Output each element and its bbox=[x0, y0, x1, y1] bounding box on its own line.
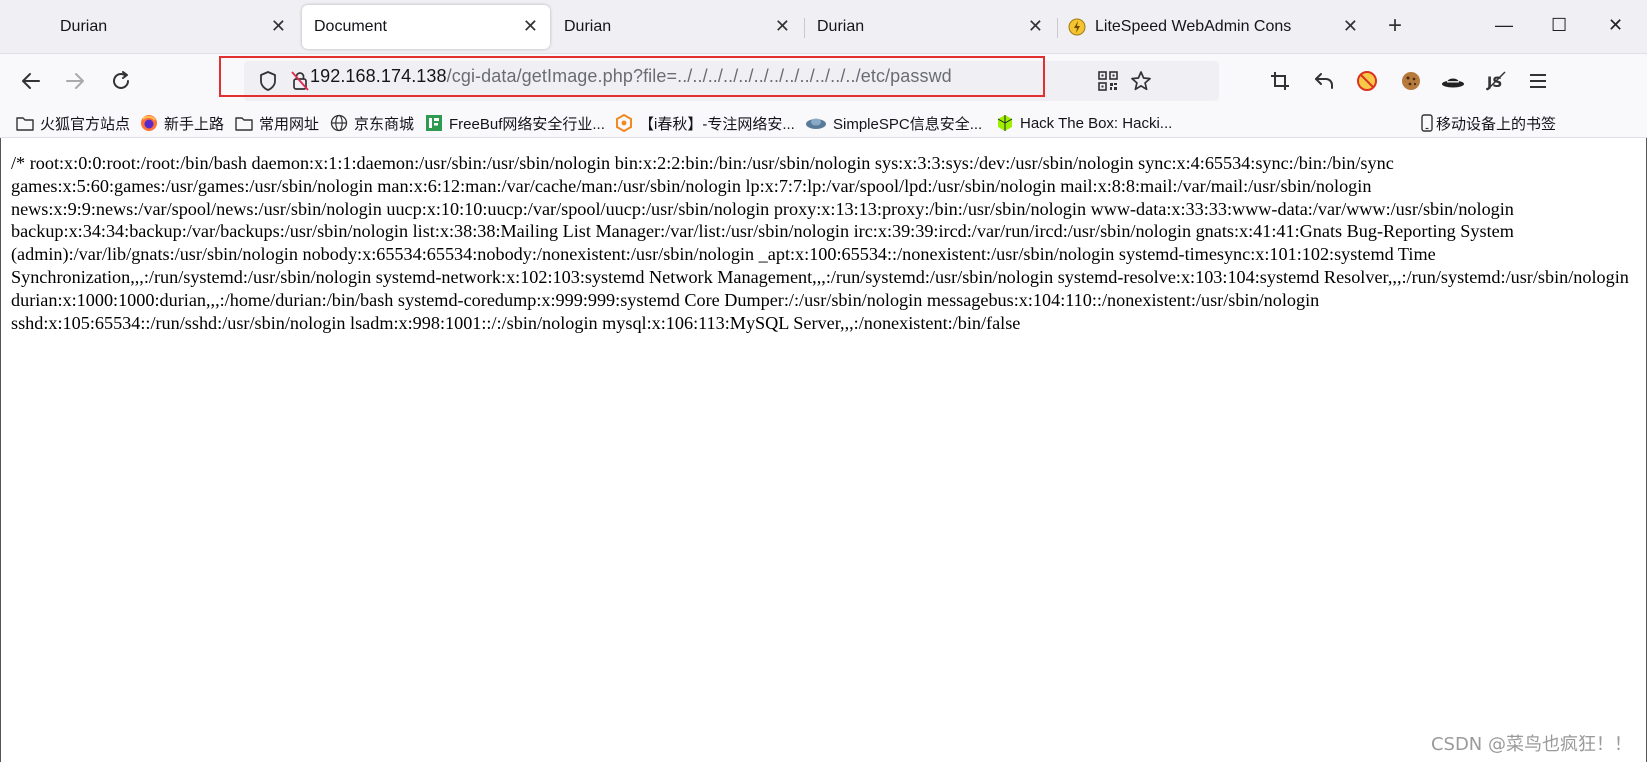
tab-durian-1[interactable]: Durian ✕ bbox=[48, 5, 298, 49]
bookmark-item[interactable]: FreeBuf网络安全行业... bbox=[425, 112, 605, 134]
app-menu-button[interactable] bbox=[1525, 68, 1551, 94]
htb-icon bbox=[996, 114, 1014, 132]
forward-arrow-icon bbox=[66, 73, 84, 89]
globe-icon bbox=[330, 114, 348, 132]
tab-close-icon[interactable]: ✕ bbox=[775, 16, 790, 36]
csdn-watermark: CSDN @菜鸟也疯狂！！ bbox=[1430, 734, 1632, 755]
back-arrow-icon bbox=[22, 73, 40, 89]
litespeed-favicon-icon bbox=[1068, 18, 1086, 36]
tab-label: Document bbox=[314, 18, 387, 35]
tab-close-icon[interactable]: ✕ bbox=[1028, 16, 1043, 36]
bookmark-label: 京东商城 bbox=[354, 115, 415, 133]
mobile-bookmarks-label: 移动设备上的书签 bbox=[1436, 115, 1557, 133]
undo-arrow-icon bbox=[1315, 73, 1333, 89]
reload-icon bbox=[113, 71, 129, 89]
javascript-toggle-button[interactable]: JS bbox=[1483, 68, 1509, 94]
no-script-extension-button[interactable] bbox=[1354, 68, 1380, 94]
mobile-phone-icon bbox=[1420, 114, 1434, 132]
window-close-button[interactable]: ✕ bbox=[1608, 14, 1623, 36]
bookmark-label: 新手上路 bbox=[164, 115, 225, 133]
tab-label: Durian bbox=[564, 18, 612, 35]
bookmark-item[interactable]: Hack The Box: Hacki... bbox=[996, 112, 1172, 134]
screenshot-button[interactable] bbox=[1267, 68, 1293, 94]
crop-icon bbox=[1271, 72, 1289, 90]
tab-label: Durian bbox=[817, 18, 865, 35]
freebuf-icon bbox=[425, 114, 443, 132]
js-icon: JS bbox=[1486, 71, 1506, 91]
bookmark-item[interactable]: 新手上路 bbox=[140, 112, 224, 134]
reload-button[interactable] bbox=[108, 68, 134, 94]
cookie-icon bbox=[1402, 72, 1420, 90]
undo-close-tab-button[interactable] bbox=[1311, 68, 1337, 94]
forward-button[interactable] bbox=[62, 68, 88, 94]
tab-durian-2[interactable]: Durian ✕ bbox=[552, 5, 802, 49]
bookmark-label: 常用网址 bbox=[259, 115, 320, 133]
shield-icon bbox=[260, 71, 276, 91]
bookmark-label: SimpleSPC信息安全... bbox=[833, 115, 983, 133]
tab-label: LiteSpeed WebAdmin Cons bbox=[1095, 18, 1292, 35]
hat-icon bbox=[1442, 78, 1464, 88]
bookmark-star-button[interactable] bbox=[1128, 68, 1154, 94]
passwd-file-text: /* root:x:0:0:root:/root:/bin/bash daemo… bbox=[11, 153, 1629, 333]
insecure-lock-icon bbox=[291, 71, 309, 91]
tab-litespeed[interactable]: LiteSpeed WebAdmin Cons ✕ bbox=[1058, 5, 1370, 49]
bookmark-item[interactable]: 火狐官方站点 bbox=[16, 112, 130, 134]
url-path: /cgi-data/getImage.php?file=../../../../… bbox=[446, 66, 952, 86]
tab-durian-3[interactable]: Durian ✕ bbox=[805, 5, 1055, 49]
url-host: 192.168.174.138 bbox=[310, 66, 447, 86]
maximize-button[interactable]: ☐ bbox=[1551, 14, 1567, 36]
tab-close-icon[interactable]: ✕ bbox=[1343, 16, 1358, 36]
simplespc-icon bbox=[805, 114, 827, 132]
folder-icon bbox=[16, 114, 34, 132]
new-tab-button[interactable]: + bbox=[1388, 14, 1402, 38]
bookmarks-toolbar: 火狐官方站点 新手上路 常用网址 京东商城 FreeBuf网络安全行业... 【… bbox=[0, 108, 1647, 138]
tab-strip: Durian ✕ Document ✕ Durian ✕ Durian ✕ Li… bbox=[0, 0, 1647, 54]
tab-close-icon[interactable]: ✕ bbox=[523, 16, 538, 36]
mobile-bookmarks[interactable]: 移动设备上的书签 bbox=[1420, 112, 1556, 134]
page-content: /* root:x:0:0:root:/root:/bin/bash daemo… bbox=[0, 138, 1647, 762]
bookmark-label: FreeBuf网络安全行业... bbox=[449, 115, 605, 133]
bookmark-item[interactable]: SimpleSPC信息安全... bbox=[805, 112, 982, 134]
url-text[interactable]: 192.168.174.138/cgi-data/getImage.php?fi… bbox=[310, 66, 952, 87]
tab-label: Durian bbox=[60, 18, 108, 35]
bookmark-label: 【i春秋】-专注网络安... bbox=[639, 115, 795, 133]
tab-close-icon[interactable]: ✕ bbox=[271, 16, 286, 36]
firefox-icon bbox=[140, 114, 158, 132]
tab-document[interactable]: Document ✕ bbox=[302, 5, 550, 49]
folder-icon bbox=[235, 114, 253, 132]
tracking-protection-button[interactable] bbox=[255, 68, 281, 94]
user-agent-switcher-button[interactable] bbox=[1440, 68, 1466, 94]
bookmark-item[interactable]: 【i春秋】-专注网络安... bbox=[615, 112, 795, 134]
navigation-toolbar: 192.168.174.138/cgi-data/getImage.php?fi… bbox=[0, 54, 1647, 108]
bookmark-label: Hack The Box: Hacki... bbox=[1020, 114, 1173, 132]
qr-code-icon bbox=[1098, 71, 1118, 91]
bookmark-item[interactable]: 常用网址 bbox=[235, 112, 319, 134]
qr-code-button[interactable] bbox=[1095, 68, 1121, 94]
minimize-button[interactable]: — bbox=[1495, 14, 1513, 36]
bookmark-label: 火狐官方站点 bbox=[40, 115, 131, 133]
star-icon bbox=[1131, 71, 1151, 91]
back-button[interactable] bbox=[18, 68, 44, 94]
hamburger-menu-icon bbox=[1530, 74, 1546, 88]
ichunqiu-icon bbox=[615, 114, 633, 132]
blocked-script-icon bbox=[1357, 71, 1377, 91]
bookmark-item[interactable]: 京东商城 bbox=[330, 112, 414, 134]
cookie-editor-button[interactable] bbox=[1398, 68, 1424, 94]
